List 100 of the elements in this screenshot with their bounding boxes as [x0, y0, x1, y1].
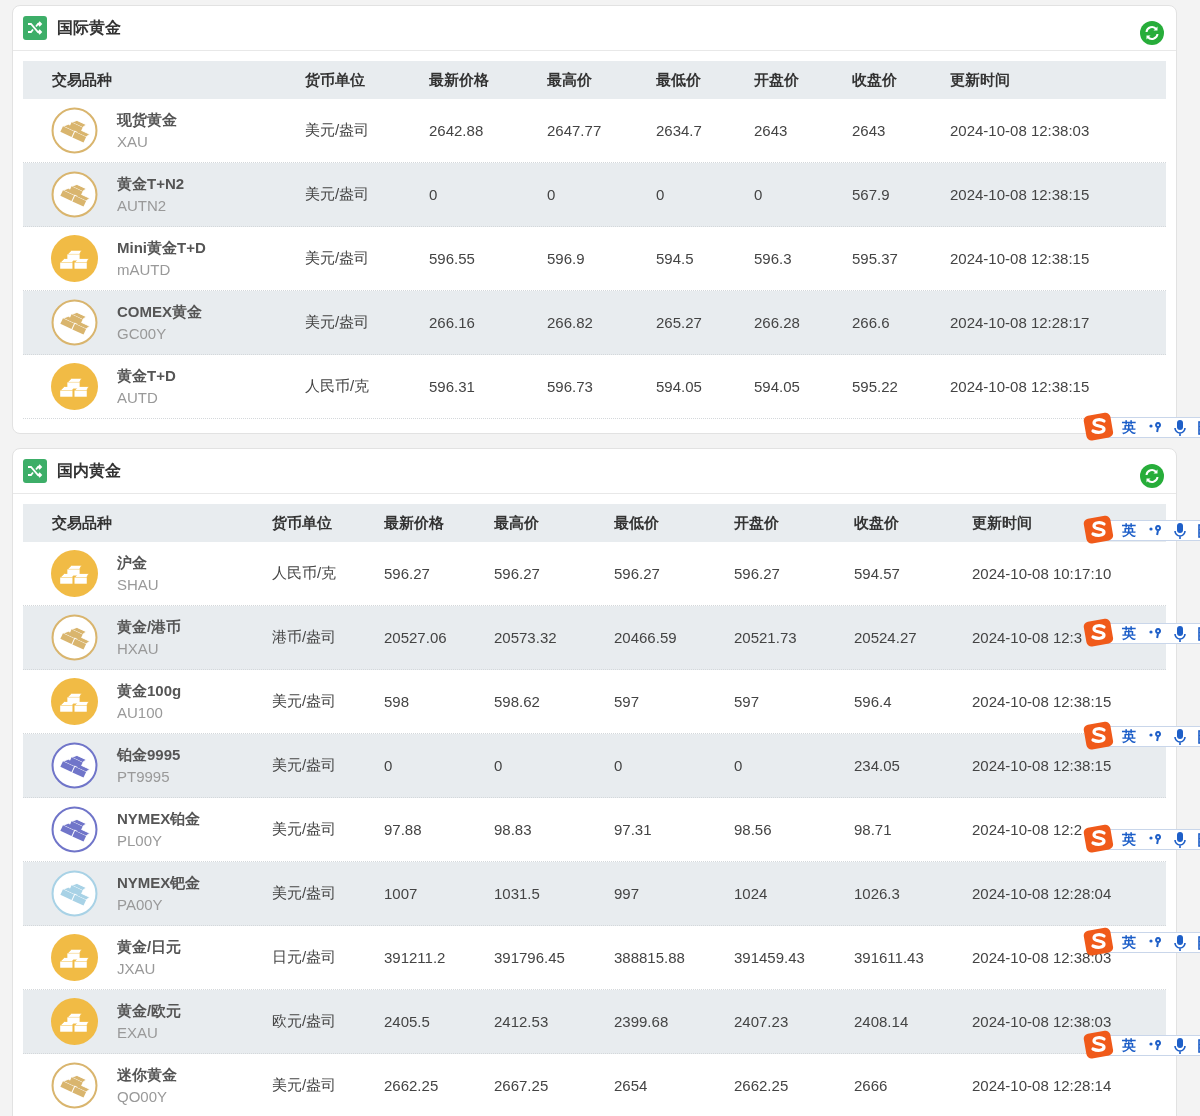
table-cell: 2643	[754, 122, 788, 139]
product-name: 黄金100g	[117, 682, 182, 701]
column-header: 交易品种	[51, 70, 112, 90]
microphone-icon[interactable]	[1174, 728, 1186, 745]
product-code: EXAU	[117, 1024, 159, 1041]
column-header: 更新时间	[950, 70, 1010, 90]
table-cell: 2399.68	[614, 1013, 669, 1030]
table-cell: 2407.23	[734, 1013, 789, 1030]
column-header: 开盘价	[754, 70, 799, 90]
panel-title: 国际黄金	[57, 17, 122, 38]
table-cell: 594.05	[656, 378, 702, 395]
table-cell: 596.3	[754, 250, 792, 267]
column-header: 货币单位	[305, 70, 365, 90]
table-cell: 2024-10-08 12:2	[972, 821, 1083, 838]
table-cell: 98.71	[854, 821, 892, 838]
punctuation-icon[interactable]	[1148, 832, 1162, 847]
table-cell: 596.9	[547, 250, 585, 267]
column-header: 货币单位	[272, 513, 332, 533]
microphone-icon[interactable]	[1174, 831, 1186, 848]
microphone-icon[interactable]	[1174, 419, 1186, 436]
table-cell: 391211.2	[384, 949, 446, 966]
table-cell: 20521.73	[734, 629, 797, 646]
product-code: SHAU	[117, 576, 159, 593]
product-name: 迷你黄金	[117, 1066, 177, 1085]
microphone-icon[interactable]	[1174, 522, 1186, 539]
table-cell: 20527.06	[384, 629, 447, 646]
ime-mode-label[interactable]: 英	[1122, 521, 1136, 540]
column-header: 最新价格	[429, 70, 489, 90]
table-cell: 98.83	[494, 821, 532, 838]
table-cell: 0	[656, 186, 665, 203]
table-cell: 2024-10-08 12:38:03	[950, 122, 1090, 139]
panel-title: 国内黄金	[57, 460, 122, 481]
punctuation-icon[interactable]	[1148, 729, 1162, 744]
table-cell: 美元/盎司	[272, 884, 337, 903]
table-cell: 391796.45	[494, 949, 565, 966]
ime-mode-label[interactable]: 英	[1122, 1036, 1136, 1055]
table-cell: 0	[614, 757, 623, 774]
ime-mode-label[interactable]: 英	[1122, 418, 1136, 437]
product-name: 黄金/欧元	[117, 1002, 182, 1021]
table-cell: 596.27	[734, 565, 780, 582]
microphone-icon[interactable]	[1174, 625, 1186, 642]
table-cell: 391459.43	[734, 949, 805, 966]
table-cell: 596.73	[547, 378, 593, 395]
table-cell: 美元/盎司	[272, 692, 337, 711]
table-cell: 2405.5	[384, 1013, 430, 1030]
sogou-logo-icon[interactable]	[1083, 515, 1115, 545]
punctuation-icon[interactable]	[1148, 935, 1162, 950]
column-header: 最高价	[494, 513, 539, 533]
table-cell: 2662.25	[384, 1077, 439, 1094]
sogou-logo-icon[interactable]	[1083, 824, 1115, 854]
table-cell: 2024-10-08 12:38:03	[972, 949, 1112, 966]
table-cell: 1007	[384, 885, 418, 902]
table-cell: 美元/盎司	[305, 121, 370, 140]
ime-mode-label[interactable]: 英	[1122, 830, 1136, 849]
product-name: Mini黄金T+D	[117, 239, 206, 258]
table-cell: 595.22	[852, 378, 898, 395]
table-cell: 97.88	[384, 821, 422, 838]
sogou-logo-icon[interactable]	[1083, 618, 1115, 648]
column-header: 开盘价	[734, 513, 779, 533]
product-name: 黄金T+D	[117, 367, 176, 386]
shuffle-icon	[23, 459, 47, 483]
table-cell: 0	[754, 186, 763, 203]
product-code: XAU	[117, 133, 149, 150]
product-code: PL00Y	[117, 832, 164, 849]
sogou-logo-icon[interactable]	[1083, 721, 1115, 751]
punctuation-icon[interactable]	[1148, 420, 1162, 435]
table-cell: 2024-10-08 12:38:15	[950, 378, 1090, 395]
product-code: QO00Y	[117, 1088, 169, 1105]
table-cell: 567.9	[852, 186, 890, 203]
ime-mode-label[interactable]: 英	[1122, 933, 1136, 952]
table-cell: 598	[384, 693, 410, 710]
ime-mode-label[interactable]: 英	[1122, 624, 1136, 643]
punctuation-icon[interactable]	[1148, 523, 1162, 538]
table-cell: 595.37	[852, 250, 898, 267]
refresh-icon[interactable]	[1140, 464, 1164, 488]
table-cell: 266.82	[547, 314, 593, 331]
table-cell: 20573.32	[494, 629, 557, 646]
product-name: 现货黄金	[117, 111, 177, 130]
ime-mode-label[interactable]: 英	[1122, 727, 1136, 746]
sogou-logo-icon[interactable]	[1083, 1030, 1115, 1060]
table-cell: 597	[614, 693, 640, 710]
table-cell: 2654	[614, 1077, 648, 1094]
table-cell: 美元/盎司	[305, 313, 370, 332]
microphone-icon[interactable]	[1174, 1037, 1186, 1054]
product-code: AUTD	[117, 389, 159, 406]
product-code: AUTN2	[117, 197, 168, 214]
punctuation-icon[interactable]	[1148, 1038, 1162, 1053]
table-cell: 234.05	[854, 757, 900, 774]
microphone-icon[interactable]	[1174, 934, 1186, 951]
table-cell: 594.05	[754, 378, 800, 395]
table-cell: 97.31	[614, 821, 652, 838]
table-cell: 美元/盎司	[272, 756, 337, 775]
table-cell: 388815.88	[614, 949, 685, 966]
product-name: 沪金	[117, 554, 148, 573]
table-cell: 596.27	[494, 565, 540, 582]
sogou-logo-icon[interactable]	[1083, 412, 1115, 442]
table-cell: 2024-10-08 10:17:10	[972, 565, 1112, 582]
refresh-icon[interactable]	[1140, 21, 1164, 45]
punctuation-icon[interactable]	[1148, 626, 1162, 641]
table-cell: 596.27	[614, 565, 660, 582]
